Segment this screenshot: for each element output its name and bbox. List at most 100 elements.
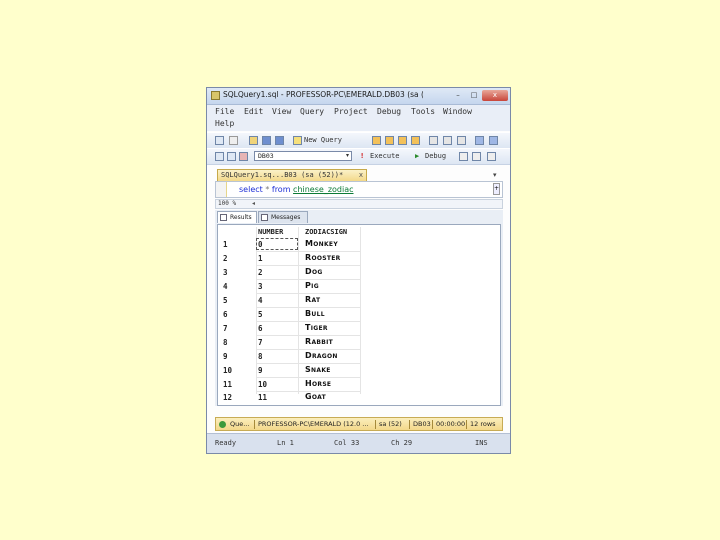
editor-gutter <box>216 182 227 197</box>
cell-number[interactable]: 2 <box>258 268 263 277</box>
tab-close-button[interactable]: x <box>359 171 363 179</box>
cell-zodiacsign[interactable]: Rat <box>305 295 320 304</box>
results-grid[interactable]: NUMBER ZODIACSIGN 1 0 Monkey 2 1 Rooster… <box>217 224 501 406</box>
cell-zodiacsign[interactable]: Dragon <box>305 351 338 360</box>
editor-zoom-bar: 100 % ◂ <box>215 199 503 209</box>
row-divider <box>256 335 360 336</box>
cell-zodiacsign[interactable]: Snake <box>305 365 331 374</box>
query-icon-4[interactable] <box>411 136 420 145</box>
disconnect-icon[interactable] <box>239 152 248 161</box>
results-to-grid-icon[interactable] <box>487 152 496 161</box>
minimize-button[interactable]: – <box>450 90 466 101</box>
cell-number[interactable]: 9 <box>258 366 263 375</box>
menu-file[interactable]: File <box>215 107 234 116</box>
close-button[interactable]: x <box>482 90 508 101</box>
cell-number[interactable]: 0 <box>258 240 263 249</box>
save-all-icon[interactable] <box>275 136 284 145</box>
paste-icon[interactable] <box>457 136 466 145</box>
menu-query[interactable]: Query <box>300 107 324 116</box>
ready-status: Ready <box>215 439 237 447</box>
query-icon-3[interactable] <box>398 136 407 145</box>
query-document-tab[interactable]: SQLQuery1.sq...B03 (sa (52))* x <box>217 169 367 181</box>
cell-zodiacsign[interactable]: Monkey <box>305 239 338 248</box>
column-header-number[interactable]: NUMBER <box>258 228 283 236</box>
connect-icon[interactable] <box>215 152 224 161</box>
column-header-zodiacsign[interactable]: ZODIACSIGN <box>305 228 347 236</box>
save-icon[interactable] <box>262 136 271 145</box>
cell-zodiacsign[interactable]: Goat <box>305 392 326 401</box>
cell-zodiacsign[interactable]: Bull <box>305 309 325 318</box>
menu-view[interactable]: View <box>272 107 291 116</box>
query-icon-2[interactable] <box>385 136 394 145</box>
cell-zodiacsign[interactable]: Horse <box>305 379 331 388</box>
editor-zoom-level[interactable]: 100 % <box>218 200 236 207</box>
cut-icon[interactable] <box>429 136 438 145</box>
new-query-button[interactable]: New Query <box>304 136 342 144</box>
sql-editor-toolbar: DB03 ▾ ! Execute ▶ Debug <box>207 148 510 165</box>
maximize-button[interactable]: □ <box>466 90 482 101</box>
elapsed-time: 00:00:00 <box>436 420 466 428</box>
row-divider <box>256 293 360 294</box>
star-operator: * <box>262 185 272 194</box>
open-folder-icon[interactable] <box>249 136 258 145</box>
separator <box>375 420 376 429</box>
message-icon <box>261 214 268 221</box>
cell-number[interactable]: 4 <box>258 296 263 305</box>
sql-editor[interactable]: select * from chinese_zodiac + <box>215 181 503 198</box>
menu-project[interactable]: Project <box>334 107 368 116</box>
menu-edit[interactable]: Edit <box>244 107 263 116</box>
separator <box>466 420 467 429</box>
undo-icon[interactable] <box>475 136 484 145</box>
cell-number[interactable]: 3 <box>258 282 263 291</box>
cell-zodiacsign[interactable]: Pig <box>305 281 319 290</box>
debug-play-icon: ▶ <box>415 152 420 160</box>
tab-dropdown-icon[interactable]: ▾ <box>493 171 497 179</box>
row-divider <box>256 349 360 350</box>
server-name: PROFESSOR-PC\EMERALD (12.0 ... <box>258 420 369 428</box>
title-bar: SQLQuery1.sql - PROFESSOR-PC\EMERALD.DB0… <box>207 88 510 105</box>
cell-zodiacsign[interactable]: Rooster <box>305 253 341 262</box>
tab-results[interactable]: Results <box>217 211 257 223</box>
menu-window[interactable]: Window <box>443 107 472 116</box>
change-connection-icon[interactable] <box>227 152 236 161</box>
row-divider <box>256 265 360 266</box>
standard-toolbar: New Query <box>207 132 510 149</box>
new-query-icon[interactable] <box>293 136 302 145</box>
row-divider <box>256 377 360 378</box>
database-select[interactable]: DB03 ▾ <box>254 151 352 161</box>
debug-button[interactable]: Debug <box>425 152 446 160</box>
copy-icon[interactable] <box>443 136 452 145</box>
cell-number[interactable]: 1 <box>258 254 263 263</box>
redo-icon[interactable] <box>489 136 498 145</box>
scroll-left-icon[interactable]: ◂ <box>252 200 255 207</box>
menu-bar: File Edit View Query Project Debug Tools… <box>207 105 510 131</box>
parse-icon[interactable] <box>472 152 481 161</box>
row-number: 12 <box>223 393 233 402</box>
cell-number[interactable]: 6 <box>258 324 263 333</box>
menu-debug[interactable]: Debug <box>377 107 401 116</box>
cell-zodiacsign[interactable]: Tiger <box>305 323 328 332</box>
cell-number[interactable]: 10 <box>258 380 267 389</box>
cell-number[interactable]: 5 <box>258 310 263 319</box>
query-icon[interactable] <box>372 136 381 145</box>
row-number: 4 <box>223 282 228 291</box>
cancel-query-icon[interactable] <box>459 152 468 161</box>
line-indicator: Ln 1 <box>277 439 294 447</box>
new-file-icon[interactable] <box>215 136 224 145</box>
cell-zodiacsign[interactable]: Rabbit <box>305 337 333 346</box>
cell-number[interactable]: 7 <box>258 338 263 347</box>
row-divider <box>256 279 360 280</box>
cell-zodiacsign[interactable]: Dog <box>305 267 323 276</box>
results-pane: Results Messages NUMBER ZODIACSIGN 1 0 M… <box>215 210 503 406</box>
row-number: 3 <box>223 268 228 277</box>
cell-number[interactable]: 11 <box>258 393 267 402</box>
menu-help[interactable]: Help <box>215 119 234 128</box>
tab-results-label: Results <box>230 214 252 221</box>
menu-tools[interactable]: Tools <box>411 107 435 116</box>
split-handle-icon[interactable]: + <box>493 183 500 195</box>
cell-number[interactable]: 8 <box>258 352 263 361</box>
execute-button[interactable]: Execute <box>370 152 400 160</box>
row-count: 12 rows <box>470 420 496 428</box>
row-divider <box>256 251 360 252</box>
tab-messages[interactable]: Messages <box>258 211 308 223</box>
